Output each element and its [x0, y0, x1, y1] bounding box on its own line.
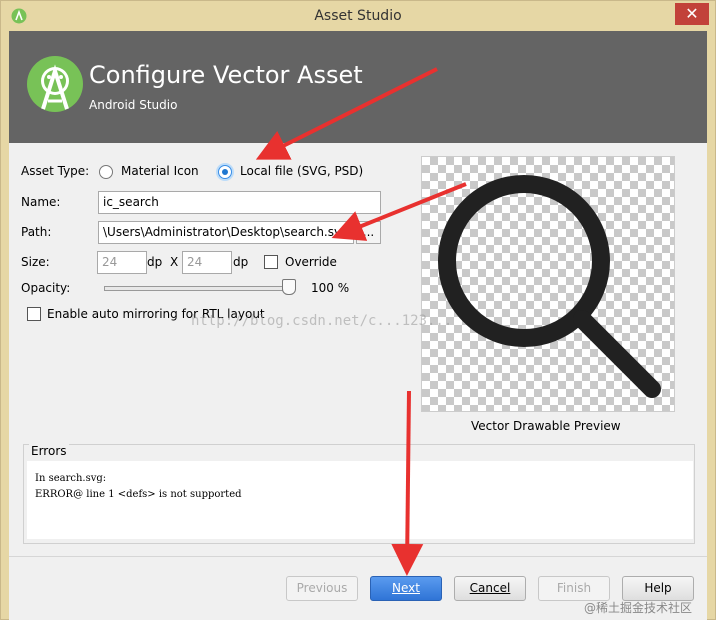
size-label: Size:	[21, 255, 50, 269]
android-studio-small-icon	[11, 8, 27, 24]
browse-button[interactable]: ...	[356, 221, 381, 244]
title-bar: Asset Studio ✕	[1, 1, 715, 31]
android-studio-logo-icon	[27, 56, 83, 112]
page-subtitle: Android Studio	[89, 98, 178, 112]
size-width-input[interactable]: 24	[97, 251, 147, 274]
local-file-radio-label[interactable]: Local file (SVG, PSD)	[240, 164, 363, 178]
material-icon-radio-label[interactable]: Material Icon	[121, 164, 199, 178]
search-icon	[438, 175, 661, 398]
window-frame-left	[1, 31, 9, 619]
asset-type-label: Asset Type:	[21, 164, 90, 178]
size-width-unit: dp	[147, 255, 163, 269]
page-title: Configure Vector Asset	[89, 61, 363, 89]
url-watermark: http://blog.csdn.net/c...123...	[191, 313, 453, 329]
finish-button[interactable]: Finish	[538, 576, 610, 601]
rtl-mirroring-checkbox[interactable]	[27, 307, 41, 321]
size-height-unit: dp	[233, 255, 249, 269]
opacity-slider-track[interactable]	[104, 286, 294, 291]
name-input[interactable]: ic_search	[98, 191, 381, 214]
error-line: In search.svg:	[35, 473, 107, 484]
opacity-label: Opacity:	[21, 281, 71, 295]
override-checkbox[interactable]	[264, 255, 278, 269]
previous-button[interactable]: Previous	[286, 576, 358, 601]
errors-text-area: In search.svg: ERROR@ line 1 <defs> is n…	[27, 461, 693, 539]
size-height-input[interactable]: 24	[182, 251, 232, 274]
wizard-header: Configure Vector Asset Android Studio	[9, 31, 707, 143]
name-label: Name:	[21, 195, 61, 209]
path-label: Path:	[21, 225, 52, 239]
help-button[interactable]: Help	[622, 576, 694, 601]
cancel-button[interactable]: Cancel	[454, 576, 526, 601]
size-separator: X	[170, 255, 179, 269]
path-input[interactable]: \Users\Administrator\Desktop\search.svg	[98, 221, 354, 244]
errors-legend: Errors	[29, 444, 69, 458]
asset-studio-window: Asset Studio ✕ Configure Vector Asset An…	[0, 0, 716, 620]
vector-preview-canvas	[421, 156, 675, 412]
material-icon-radio[interactable]	[99, 165, 113, 179]
corner-watermark: @稀土掘金技术社区	[584, 601, 693, 615]
opacity-slider-handle[interactable]	[282, 279, 296, 295]
override-label[interactable]: Override	[285, 255, 337, 269]
preview-caption: Vector Drawable Preview	[471, 419, 621, 433]
opacity-value: 100 %	[311, 281, 350, 295]
error-line: ERROR@ line 1 <defs> is not supported	[35, 489, 242, 500]
next-button[interactable]: Next	[370, 576, 442, 601]
close-button[interactable]: ✕	[675, 3, 709, 25]
window-title: Asset Studio	[314, 8, 402, 24]
window-frame-right	[707, 31, 715, 619]
local-file-radio[interactable]	[218, 165, 232, 179]
